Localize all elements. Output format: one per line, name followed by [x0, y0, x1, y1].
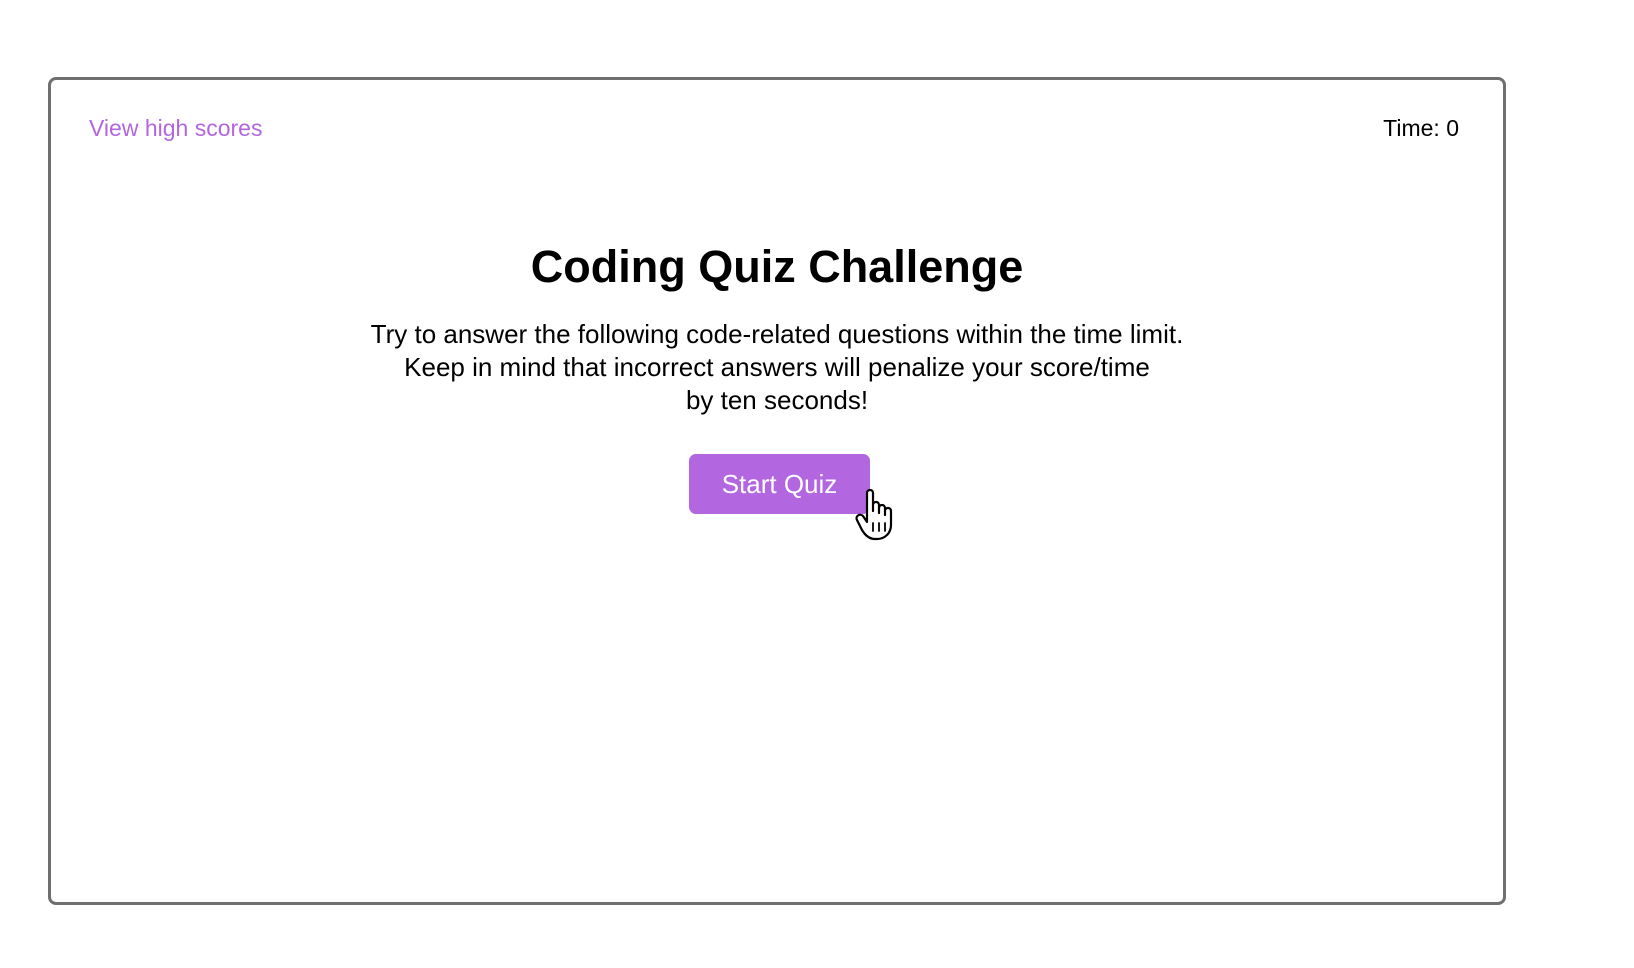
quiz-window: View high scores Time: 0 Coding Quiz Chal…: [48, 77, 1506, 905]
start-quiz-button[interactable]: Start Quiz: [689, 454, 870, 514]
view-high-scores-link[interactable]: View high scores: [89, 115, 262, 142]
timer-label: Time:: [1383, 115, 1440, 141]
timer-value: 0: [1446, 115, 1459, 141]
timer: Time: 0: [1383, 115, 1459, 142]
page-title: Coding Quiz Challenge: [530, 241, 1024, 292]
description-line: Try to answer the following code-related…: [370, 319, 1184, 349]
quiz-description: Try to answer the following code-related…: [51, 318, 1503, 417]
description-line: Keep in mind that incorrect answers will…: [404, 352, 1150, 382]
description-line: by ten seconds!: [685, 385, 869, 415]
